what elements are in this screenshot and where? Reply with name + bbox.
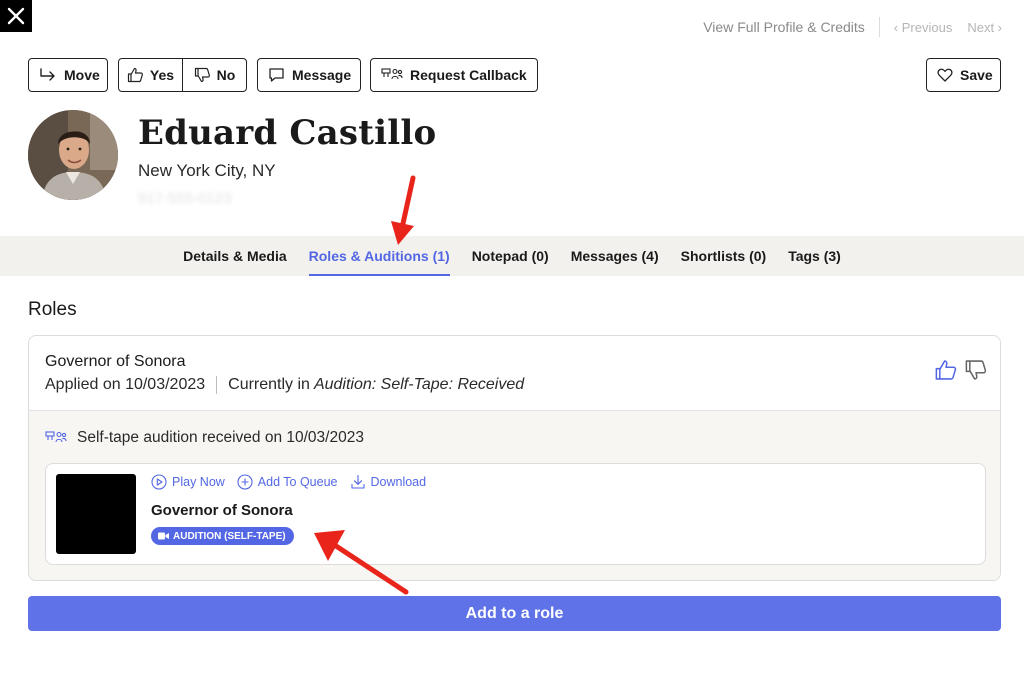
vote-button-group: Yes No (118, 58, 247, 92)
profile-name: Eduard Castillo (138, 113, 437, 153)
media-actions: Play Now Add To Queue Download (151, 474, 426, 490)
callback-people-icon (381, 68, 403, 80)
tab-shortlists[interactable]: Shortlists (0) (681, 236, 767, 276)
roles-heading: Roles (28, 299, 77, 320)
action-toolbar: Move Yes No Message Request Callback Sav… (28, 58, 1001, 92)
move-button[interactable]: Move (28, 58, 108, 92)
applied-date: Applied on 10/03/2023 (45, 376, 206, 393)
meta-divider (216, 376, 218, 394)
video-thumbnail[interactable] (56, 474, 136, 554)
currently-in-label: Currently in (228, 376, 310, 393)
play-now-label: Play Now (172, 475, 225, 489)
save-label: Save (960, 67, 993, 83)
audition-media-card: Play Now Add To Queue Download Governor … (45, 463, 986, 565)
thumbs-down-icon (194, 67, 210, 83)
avatar (28, 110, 118, 200)
redacted-phone: 917-555-0123 (138, 190, 232, 207)
message-label: Message (292, 67, 352, 83)
profile-tabs: Details & Media Roles & Auditions (1) No… (0, 236, 1024, 276)
thumbs-down-icon[interactable] (964, 359, 988, 381)
thumbs-up-icon (127, 67, 143, 83)
role-title: Governor of Sonora (45, 353, 186, 370)
previous-link[interactable]: ‹ Previous (894, 20, 953, 35)
callback-people-icon (45, 431, 67, 443)
download-button[interactable]: Download (350, 474, 427, 490)
role-vote-buttons (934, 359, 988, 381)
thumbs-up-icon[interactable] (934, 359, 958, 381)
audition-type-label: AUDITION (SELF-TAPE) (173, 530, 286, 542)
role-card-body: Self-tape audition received on 10/03/202… (29, 411, 1000, 580)
add-to-role-button[interactable]: Add to a role (28, 596, 1001, 631)
media-title: Governor of Sonora (151, 502, 293, 519)
role-status: Audition: Self-Tape: Received (313, 376, 525, 393)
add-to-queue-button[interactable]: Add To Queue (237, 474, 338, 490)
move-label: Move (64, 67, 100, 83)
plus-circle-icon (237, 474, 253, 490)
add-to-queue-label: Add To Queue (257, 475, 338, 489)
view-full-profile-link[interactable]: View Full Profile & Credits (703, 19, 865, 35)
no-label: No (216, 67, 236, 83)
play-circle-icon (151, 474, 167, 490)
nav-divider (878, 17, 880, 37)
selftape-status: Self-tape audition received on 10/03/202… (45, 429, 364, 447)
request-callback-button[interactable]: Request Callback (370, 58, 538, 92)
next-link[interactable]: Next › (967, 20, 1002, 35)
download-label: Download (370, 475, 427, 489)
profile-location: New York City, NY (138, 161, 276, 180)
yes-label: Yes (149, 67, 175, 83)
request-callback-label: Request Callback (410, 67, 527, 83)
tab-roles-auditions[interactable]: Roles & Auditions (1) (308, 236, 450, 276)
role-card-header: Governor of Sonora Applied on 10/03/2023… (29, 336, 1000, 411)
annotation-arrow-tab (391, 175, 416, 245)
close-icon (7, 7, 25, 25)
tab-details-media[interactable]: Details & Media (183, 236, 286, 276)
profile-nav: View Full Profile & Credits ‹ Previous N… (703, 17, 1002, 37)
heart-icon (937, 68, 953, 82)
move-arrow-icon (40, 68, 55, 81)
close-button[interactable] (0, 0, 32, 32)
save-button[interactable]: Save (926, 58, 1001, 92)
tab-notepad[interactable]: Notepad (0) (472, 236, 549, 276)
selftape-status-text: Self-tape audition received on 10/03/202… (77, 429, 364, 446)
play-now-button[interactable]: Play Now (151, 474, 225, 490)
message-button[interactable]: Message (257, 58, 361, 92)
download-icon (350, 474, 365, 489)
tab-tags[interactable]: Tags (3) (788, 236, 841, 276)
role-card: Governor of Sonora Applied on 10/03/2023… (28, 335, 1001, 581)
video-camera-icon (158, 532, 169, 540)
yes-button[interactable]: Yes (119, 59, 182, 91)
audition-type-badge: AUDITION (SELF-TAPE) (151, 527, 294, 545)
tab-messages[interactable]: Messages (4) (571, 236, 659, 276)
role-meta: Applied on 10/03/2023 Currently in Audit… (45, 376, 524, 394)
headshot-photo (28, 110, 118, 200)
no-button[interactable]: No (182, 59, 246, 91)
chat-bubble-icon (269, 68, 284, 82)
